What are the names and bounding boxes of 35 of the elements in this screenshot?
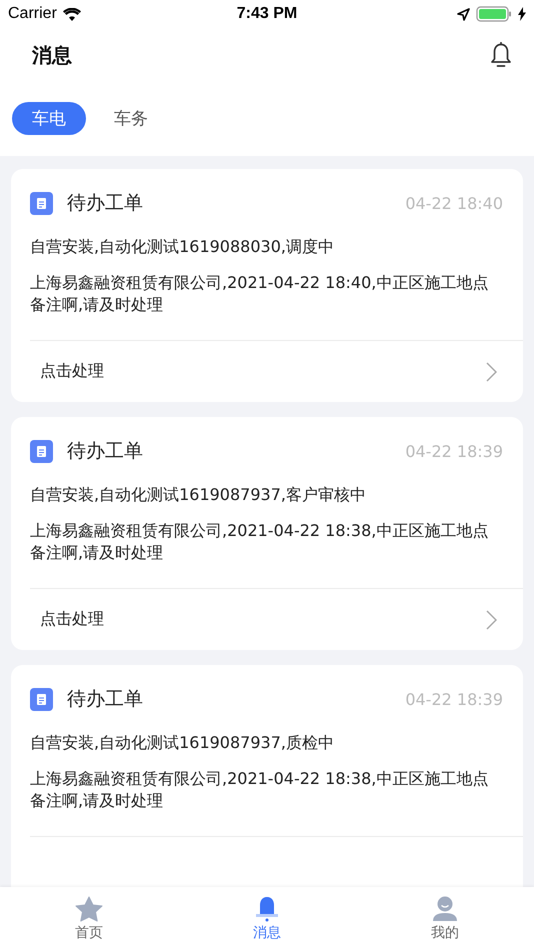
category-tab[interactable]: 车电 [12,102,86,135]
document-icon [30,688,53,710]
chevron-right-icon[interactable] [486,610,497,630]
chevron-right-icon[interactable] [486,362,497,382]
order-summary: 自营安装,自动化测试1619088030,调度中 [30,237,335,258]
wifi-icon [62,8,81,20]
battery-icon [476,6,512,22]
nav-tab[interactable]: 我的 [356,887,534,950]
order-summary: 自营安装,自动化测试1619087937,客户审核中 [30,485,367,506]
message-time: 04-22 18:40 [405,194,503,212]
card-title: 待办工单 [67,191,144,216]
person-icon [432,896,458,922]
page-title: 消息 [32,42,72,68]
charging-bolt-icon [518,7,526,21]
document-icon [30,440,53,462]
message-time: 04-22 18:39 [405,442,503,460]
order-detail: 上海易鑫融资租赁有限公司,2021-04-22 18:38,中正区施工地点备注啊,请及时处理 [30,520,490,564]
category-tab[interactable]: 车务 [94,102,168,135]
process-link[interactable]: 点击处理 [40,361,104,382]
card-title: 待办工单 [67,687,144,712]
document-icon [30,192,53,214]
card-title: 待办工单 [67,439,144,464]
location-arrow-icon [457,8,470,20]
star-icon [75,896,103,922]
order-detail: 上海易鑫融资租赁有限公司,2021-04-22 18:40,中正区施工地点备注啊,请及时处理 [30,272,490,316]
carrier-name: Carrier [8,5,57,23]
message-time: 04-22 18:39 [405,690,503,708]
nav-tab[interactable]: 消息 [178,887,356,950]
bell-icon [255,896,279,922]
order-summary: 自营安装,自动化测试1619087937,质检中 [30,733,335,754]
process-link[interactable]: 点击处理 [40,609,104,630]
bell-icon[interactable] [490,42,512,68]
clock-time: 7:43 PM [236,5,298,22]
nav-tab[interactable]: 首页 [0,887,178,950]
order-detail: 上海易鑫融资租赁有限公司,2021-04-22 18:38,中正区施工地点备注啊,请及时处理 [30,768,490,812]
